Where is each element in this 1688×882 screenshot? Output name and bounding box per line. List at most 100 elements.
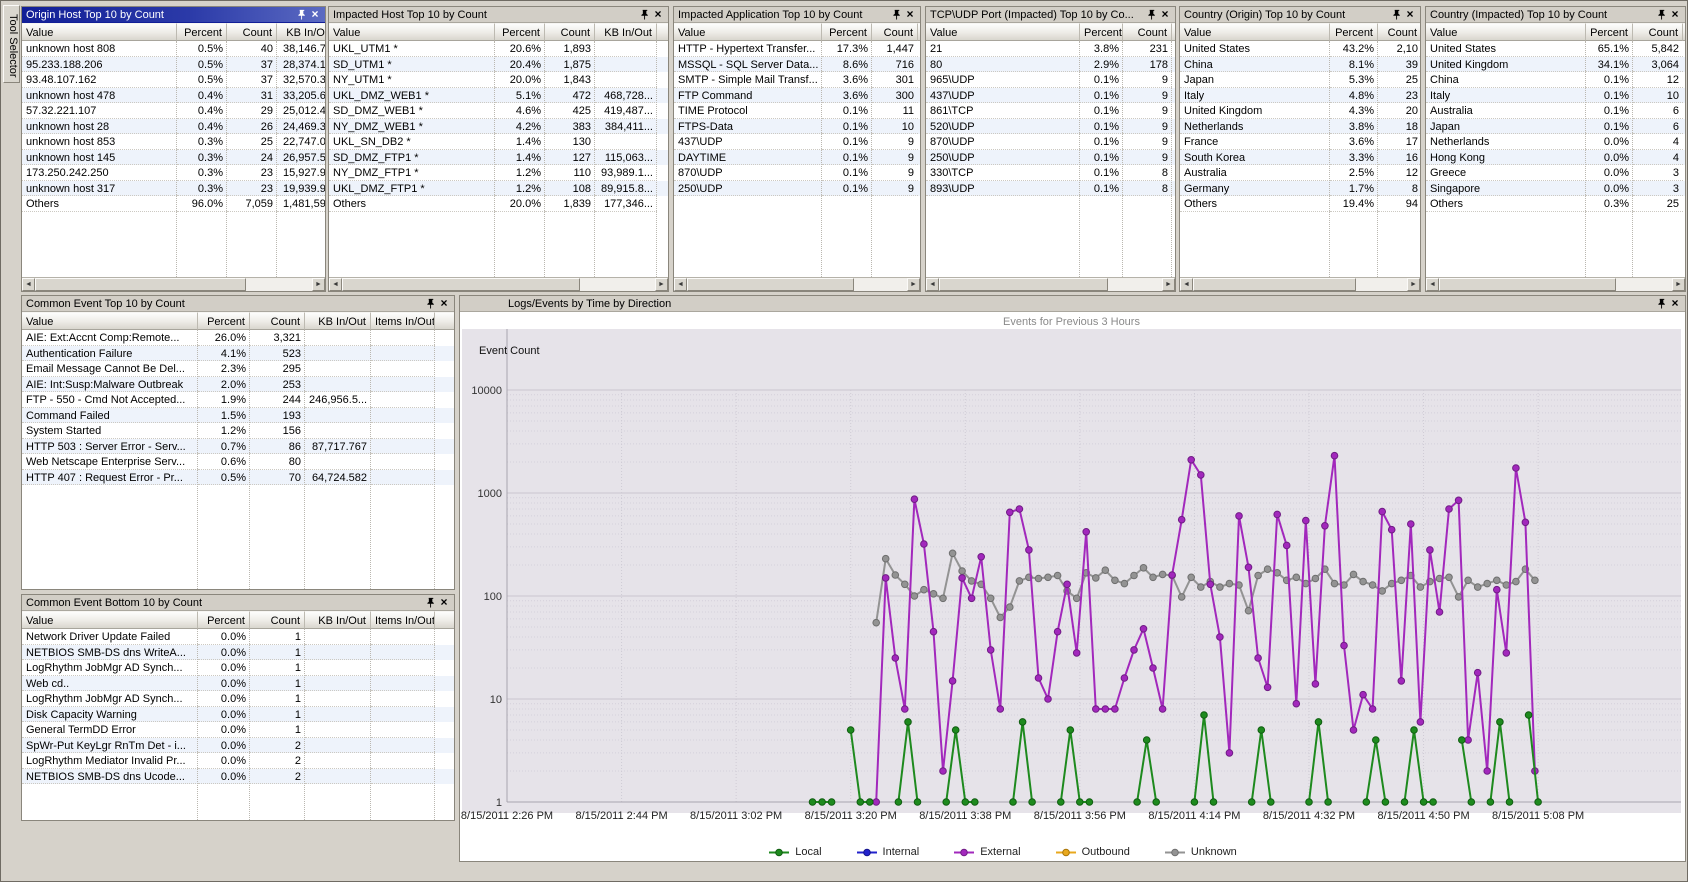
column-header[interactable]: Percent	[177, 23, 227, 41]
table-row[interactable]: United Kingdom34.1%3,064	[1426, 57, 1685, 73]
pin-icon[interactable]	[423, 297, 437, 310]
panel-titlebar[interactable]: Origin Host Top 10 by Count×	[22, 7, 325, 23]
table-row[interactable]: 861\TCP0.1%9	[926, 103, 1175, 119]
horizontal-scrollbar[interactable]: ◄►	[1180, 277, 1420, 291]
scrollbar-track[interactable]	[35, 278, 312, 291]
table-row[interactable]: 802.9%178	[926, 57, 1175, 73]
table-row[interactable]: SD_DMZ_FTP1 *1.4%127115,063...	[329, 150, 668, 166]
table-row[interactable]: unknown host 280.4%2624,469.3...	[22, 119, 325, 135]
table-row[interactable]: NY_UTM1 *20.0%1,843	[329, 72, 668, 88]
table-row[interactable]: unknown host 8530.3%2522,747.0...	[22, 134, 325, 150]
table-row[interactable]: United States43.2%2,10	[1180, 41, 1420, 57]
table-row[interactable]: Web cd..0.0%1	[22, 676, 454, 692]
column-header[interactable]: Value	[329, 23, 495, 41]
column-header[interactable]: KB In/Out	[277, 23, 325, 41]
panel-titlebar[interactable]: Country (Origin) Top 10 by Count×	[1180, 7, 1420, 23]
scrollbar-track[interactable]	[1193, 278, 1407, 291]
pin-icon[interactable]	[1144, 8, 1158, 21]
table-row[interactable]: Web Netscape Enterprise Serv...0.6%80	[22, 454, 454, 470]
table-row[interactable]: unknown host 1450.3%2426,957.5...	[22, 150, 325, 166]
table-row[interactable]: Email Message Cannot Be Del...2.3%295	[22, 361, 454, 377]
table-row[interactable]: FTP Command3.6%300	[674, 88, 920, 104]
table-row[interactable]: HTTP 407 : Request Error - Pr...0.5%7064…	[22, 470, 454, 486]
table-row[interactable]: NY_DMZ_FTP1 *1.2%11093,989.1...	[329, 165, 668, 181]
table-row[interactable]: Italy4.8%23	[1180, 88, 1420, 104]
column-header[interactable]: Count	[250, 312, 305, 330]
horizontal-scrollbar[interactable]: ◄►	[22, 277, 325, 291]
table-row[interactable]: unknown host 3170.3%2319,939.9...	[22, 181, 325, 197]
table-row[interactable]: SD_DMZ_WEB1 *4.6%425419,487...	[329, 103, 668, 119]
column-header[interactable]: Value	[22, 312, 198, 330]
table-row[interactable]: Hong Kong0.0%4	[1426, 150, 1685, 166]
table-row[interactable]: 965\UDP0.1%9	[926, 72, 1175, 88]
horizontal-scrollbar[interactable]: ◄►	[1426, 277, 1685, 291]
close-icon[interactable]: ×	[437, 596, 451, 609]
table-row[interactable]: FTP - 550 - Cmd Not Accepted...1.9%24424…	[22, 392, 454, 408]
table-row[interactable]: China0.1%12	[1426, 72, 1685, 88]
column-header[interactable]: Items In/Out	[371, 611, 435, 629]
panel-titlebar[interactable]: TCP\UDP Port (Impacted) Top 10 by Co...×	[926, 7, 1175, 23]
table-row[interactable]: MSSQL - SQL Server Data...8.6%716	[674, 57, 920, 73]
table-row[interactable]: SD_UTM1 *20.4%1,875	[329, 57, 668, 73]
close-icon[interactable]: ×	[437, 297, 451, 310]
scrollbar-thumb[interactable]	[35, 278, 246, 291]
table-row[interactable]: FTPS-Data0.1%10	[674, 119, 920, 135]
column-header[interactable]: Value	[674, 23, 822, 41]
table-row[interactable]: LogRhythm JobMgr AD Synch...0.0%1	[22, 660, 454, 676]
column-header[interactable]: Percent	[495, 23, 545, 41]
scrollbar-thumb[interactable]	[939, 278, 1108, 291]
column-header[interactable]: Count	[227, 23, 277, 41]
column-header[interactable]: Percent	[1330, 23, 1378, 41]
table-row[interactable]: UKL_DMZ_WEB1 *5.1%472468,728...	[329, 88, 668, 104]
scroll-left-button[interactable]: ◄	[674, 278, 687, 291]
table-row[interactable]: AIE: Ext:Accnt Comp:Remote...26.0%3,321	[22, 330, 454, 346]
horizontal-scrollbar[interactable]: ◄►	[926, 277, 1175, 291]
table-row[interactable]: Australia0.1%6	[1426, 103, 1685, 119]
panel-titlebar[interactable]: Country (Impacted) Top 10 by Count×	[1426, 7, 1685, 23]
column-header[interactable]: Value	[1426, 23, 1586, 41]
table-row[interactable]: LogRhythm Mediator Invalid Pr...0.0%2	[22, 753, 454, 769]
close-icon[interactable]: ×	[308, 8, 322, 21]
column-header[interactable]: Percent	[198, 312, 250, 330]
pin-icon[interactable]	[1654, 297, 1668, 310]
table-row[interactable]: NETBIOS SMB-DS dns Ucode...0.0%2	[22, 769, 454, 785]
table-row[interactable]: UKL_UTM1 *20.6%1,893	[329, 41, 668, 57]
table-row[interactable]: Authentication Failure4.1%523	[22, 346, 454, 362]
column-header[interactable]: KB In/Out	[595, 23, 657, 41]
table-row[interactable]: SpWr-Put KeyLgr RnTm Det - i...0.0%2	[22, 738, 454, 754]
table-row[interactable]: Netherlands3.8%18	[1180, 119, 1420, 135]
horizontal-scrollbar[interactable]: ◄►	[674, 277, 920, 291]
column-header[interactable]: Value	[22, 611, 198, 629]
close-icon[interactable]: ×	[1158, 8, 1172, 21]
scrollbar-thumb[interactable]	[687, 278, 854, 291]
column-header[interactable]: Count	[1378, 23, 1420, 41]
table-row[interactable]: 437\UDP0.1%9	[674, 134, 920, 150]
table-row[interactable]: Others20.0%1,839177,346...	[329, 196, 668, 212]
table-row[interactable]: SMTP - Simple Mail Transf...3.6%301	[674, 72, 920, 88]
table-row[interactable]: unknown host 4780.4%3133,205.6...	[22, 88, 325, 104]
table-row[interactable]: Japan5.3%25	[1180, 72, 1420, 88]
table-row[interactable]: TIME Protocol0.1%11	[674, 103, 920, 119]
column-header[interactable]: Value	[1180, 23, 1330, 41]
scroll-right-button[interactable]: ►	[1162, 278, 1175, 291]
scroll-right-button[interactable]: ►	[1672, 278, 1685, 291]
column-header[interactable]: Items In/Out	[371, 312, 435, 330]
table-row[interactable]: 330\TCP0.1%8	[926, 165, 1175, 181]
table-row[interactable]: Greece0.0%3	[1426, 165, 1685, 181]
pin-icon[interactable]	[423, 596, 437, 609]
pin-icon[interactable]	[1389, 8, 1403, 21]
scrollbar-track[interactable]	[687, 278, 907, 291]
scroll-right-button[interactable]: ►	[655, 278, 668, 291]
table-row[interactable]: Australia2.5%12	[1180, 165, 1420, 181]
column-header[interactable]: Count	[1123, 23, 1172, 41]
table-row[interactable]: Others0.3%25	[1426, 196, 1685, 212]
tool-selector-tab[interactable]: Tool Selector	[3, 5, 20, 83]
table-row[interactable]: NETBIOS SMB-DS dns WriteA...0.0%1	[22, 645, 454, 661]
table-row[interactable]: General TermDD Error0.0%1	[22, 722, 454, 738]
table-row[interactable]: China8.1%39	[1180, 57, 1420, 73]
column-header[interactable]: Value	[926, 23, 1080, 41]
table-row[interactable]: 437\UDP0.1%9	[926, 88, 1175, 104]
table-row[interactable]: unknown host 8080.5%4038,146.7...	[22, 41, 325, 57]
scrollbar-track[interactable]	[1439, 278, 1672, 291]
column-header[interactable]: Count	[250, 611, 305, 629]
